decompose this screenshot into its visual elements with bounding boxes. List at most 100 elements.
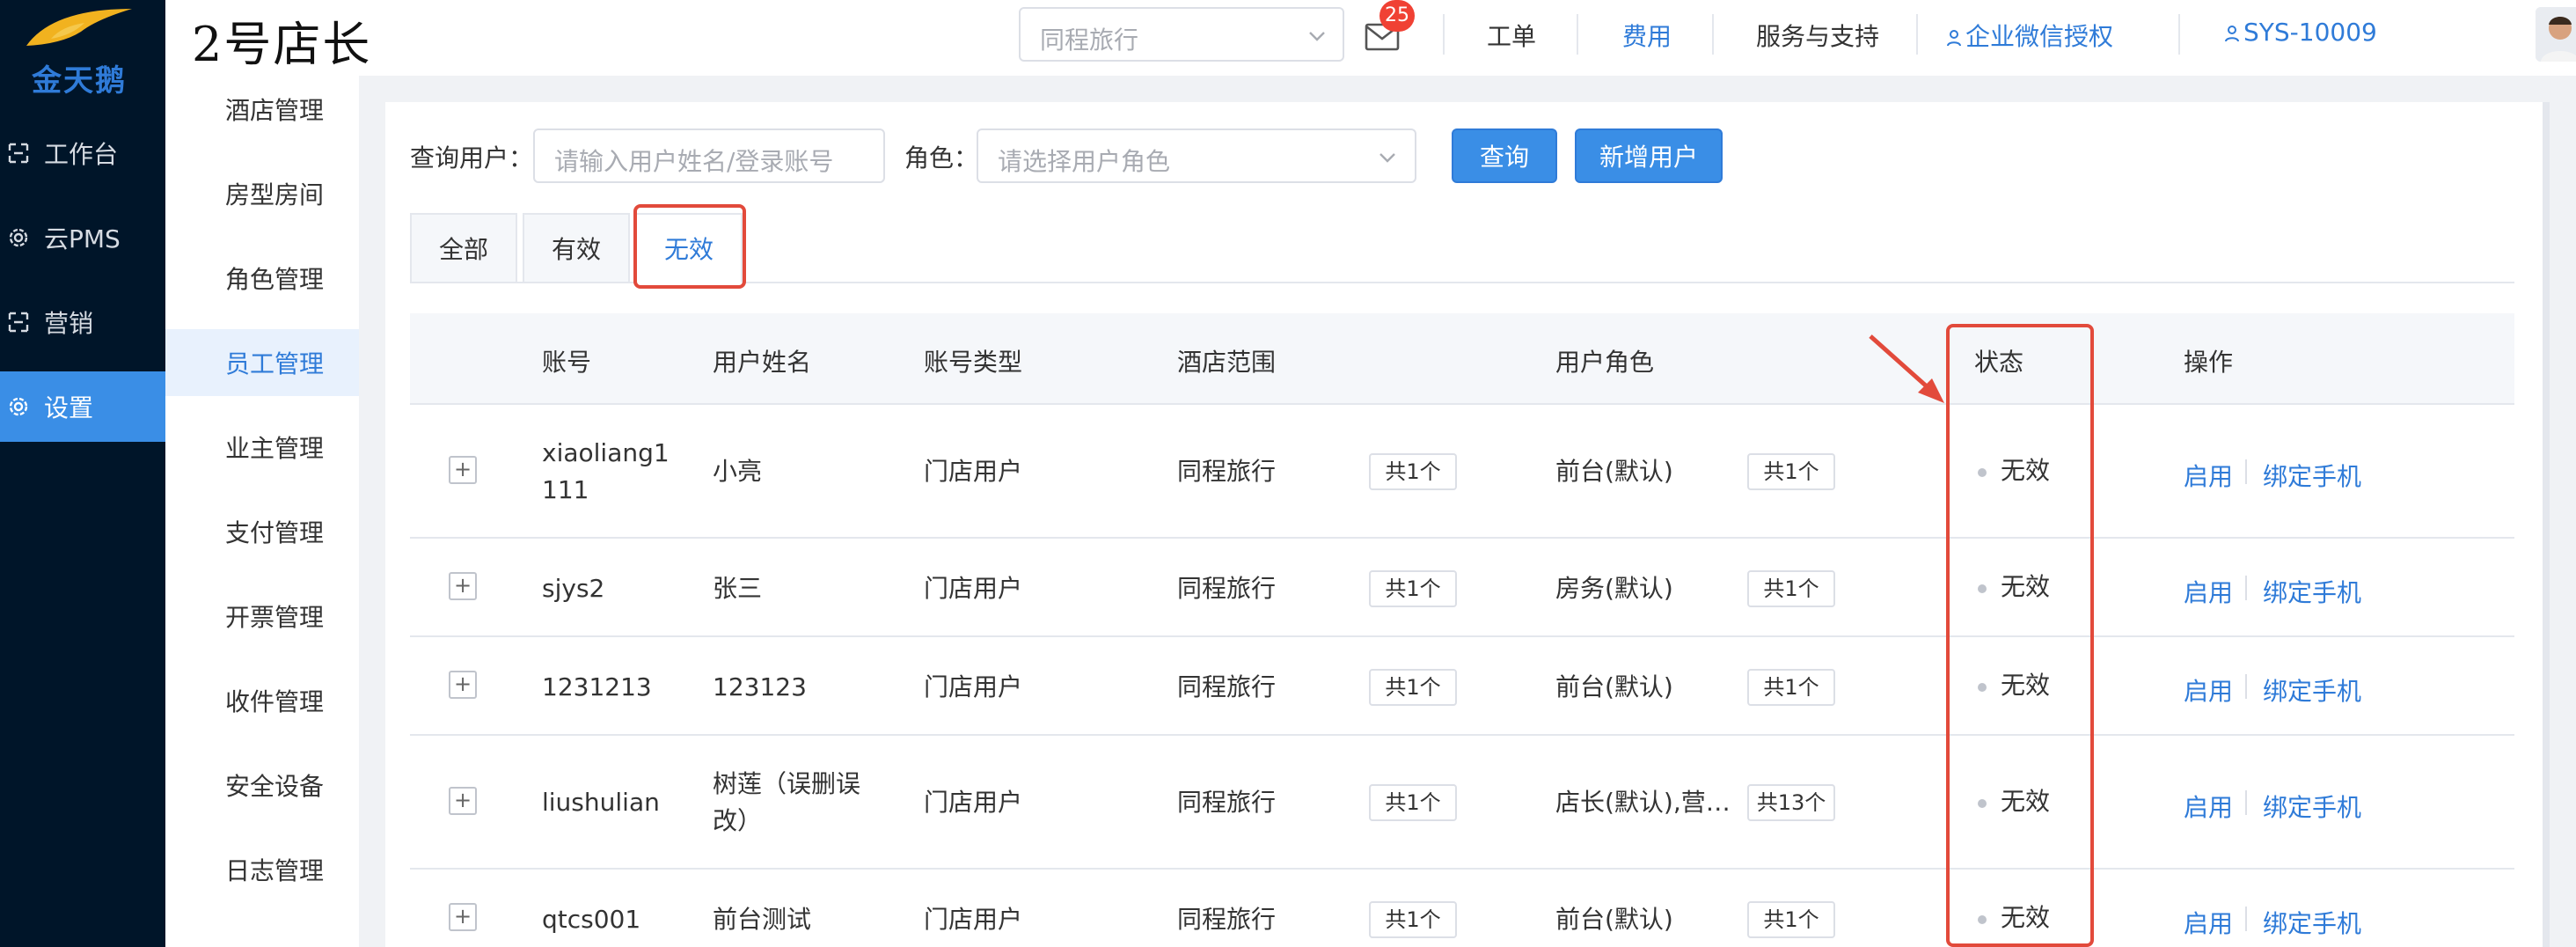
gear-icon: [5, 225, 32, 250]
scope-count-tag[interactable]: 共1个: [1369, 784, 1457, 821]
submenu-staff[interactable]: 员工管理: [165, 329, 359, 396]
support-link[interactable]: 服务与支持: [1756, 18, 1879, 53]
table-row: + qtcs001 前台测试 门店用户 同程旅行 共1个 前台(默认) 共1个 …: [410, 870, 2514, 947]
name-cell: 123123: [713, 672, 807, 701]
bind-phone-link[interactable]: 绑定手机: [2263, 789, 2361, 824]
gear-icon: [5, 394, 32, 419]
divider: [2245, 790, 2247, 815]
user-menu[interactable]: SYS-10009: [2224, 18, 2377, 48]
status-dot: [1978, 584, 1987, 593]
bind-phone-link[interactable]: 绑定手机: [2263, 574, 2361, 609]
divider: [2178, 14, 2180, 55]
role-cell: 店长(默认),营…: [1555, 788, 1731, 817]
workbench-icon: [5, 142, 32, 165]
scope-cell: 同程旅行: [1177, 672, 1277, 701]
status-dot: [1978, 468, 1987, 477]
nav-item-label: 营销: [44, 309, 94, 338]
divider: [1577, 14, 1578, 55]
nav-item-pms[interactable]: 云PMS: [0, 202, 165, 273]
role-count-tag[interactable]: 共1个: [1747, 570, 1835, 607]
tab-all[interactable]: 全部: [410, 213, 517, 283]
expand-row-icon[interactable]: +: [449, 572, 477, 600]
tab-valid[interactable]: 有效: [523, 213, 630, 283]
submenu-room-types[interactable]: 房型房间: [165, 160, 359, 227]
nav-item-settings[interactable]: 设置: [0, 371, 165, 442]
col-name: 用户姓名: [713, 348, 812, 377]
table-header: 账号 用户姓名 账号类型 酒店范围 用户角色 状态 操作: [410, 313, 2514, 405]
bind-phone-link[interactable]: 绑定手机: [2263, 458, 2361, 493]
type-cell: 门店用户: [924, 457, 1023, 486]
name-cell: 小亮: [713, 457, 763, 486]
scrollbar[interactable]: [2543, 102, 2550, 947]
logo: 金天鹅: [0, 0, 165, 106]
scope-count-tag[interactable]: 共1个: [1369, 901, 1457, 938]
scope-cell: 同程旅行: [1177, 788, 1277, 817]
user-id: SYS-10009: [2243, 18, 2377, 47]
app-name: 2号店长: [192, 17, 372, 72]
status-badge: 无效: [2001, 903, 2051, 932]
role-cell: 前台(默认): [1555, 457, 1673, 486]
enable-link[interactable]: 启用: [2184, 458, 2233, 493]
add-user-button[interactable]: 新增用户: [1575, 128, 1723, 183]
bind-phone-link[interactable]: 绑定手机: [2263, 672, 2361, 708]
submenu-payment[interactable]: 支付管理: [165, 498, 359, 565]
status-badge: 无效: [2001, 456, 2051, 485]
wechat-auth-link[interactable]: 企业微信授权: [1946, 18, 2113, 53]
nav-item-label: 设置: [44, 393, 94, 422]
submenu-security-devices[interactable]: 安全设备: [165, 752, 359, 819]
role-cell: 前台(默认): [1555, 672, 1673, 701]
submenu-hotel[interactable]: 酒店管理: [165, 76, 359, 143]
expand-row-icon[interactable]: +: [449, 903, 477, 931]
table-row: + xiaoliang1 111 小亮 门店用户 同程旅行 共1个 前台(默认) …: [410, 405, 2514, 539]
user-search-input[interactable]: 请输入用户姓名/登录账号: [533, 128, 885, 183]
hotel-select[interactable]: 同程旅行: [1019, 7, 1344, 62]
chevron-down-icon: [1306, 25, 1328, 51]
role-count-tag[interactable]: 共13个: [1747, 784, 1835, 821]
type-cell: 门店用户: [924, 905, 1023, 934]
mail-count-badge: 25: [1379, 0, 1415, 32]
staff-panel: 查询用户： 请输入用户姓名/登录账号 角色： 请选择用户角色 查询 新增用户 全…: [385, 102, 2550, 947]
submenu-invoice[interactable]: 开票管理: [165, 583, 359, 650]
name-cell: 张三: [713, 574, 763, 603]
scope-count-tag[interactable]: 共1个: [1369, 453, 1457, 490]
nav-item-workbench[interactable]: 工作台: [0, 118, 165, 188]
expand-row-icon[interactable]: +: [449, 787, 477, 815]
status-badge: 无效: [2001, 787, 2051, 816]
scope-count-tag[interactable]: 共1个: [1369, 570, 1457, 607]
account-cell: qtcs001: [542, 905, 641, 934]
divider: [2245, 907, 2247, 931]
tab-invalid[interactable]: 无效: [635, 213, 743, 283]
tickets-link[interactable]: 工单: [1487, 18, 1536, 53]
account-cell: xiaoliang1 111: [542, 438, 670, 504]
left-nav: 金天鹅 工作台 云PMS 营销 设置: [0, 0, 165, 947]
divider: [2245, 674, 2247, 699]
scope-cell: 同程旅行: [1177, 457, 1277, 486]
enable-link[interactable]: 启用: [2184, 905, 2233, 940]
scope-count-tag[interactable]: 共1个: [1369, 669, 1457, 706]
nav-item-marketing[interactable]: 营销: [0, 287, 165, 357]
submenu-logs[interactable]: 日志管理: [165, 836, 359, 903]
fees-link[interactable]: 费用: [1622, 18, 1672, 53]
col-status: 状态: [1974, 348, 2024, 377]
role-select[interactable]: 请选择用户角色: [977, 128, 1416, 183]
role-count-tag[interactable]: 共1个: [1747, 901, 1835, 938]
role-count-tag[interactable]: 共1个: [1747, 453, 1835, 490]
expand-row-icon[interactable]: +: [449, 671, 477, 699]
submenu-receipt[interactable]: 收件管理: [165, 667, 359, 734]
enable-link[interactable]: 启用: [2184, 672, 2233, 708]
expand-row-icon[interactable]: +: [449, 456, 477, 484]
query-button[interactable]: 查询: [1452, 128, 1557, 183]
enable-link[interactable]: 启用: [2184, 574, 2233, 609]
table-row: + 1231213 123123 门店用户 同程旅行 共1个 前台(默认) 共1…: [410, 637, 2514, 736]
submenu-owners[interactable]: 业主管理: [165, 414, 359, 481]
user-query-label: 查询用户：: [410, 143, 534, 173]
bind-phone-link[interactable]: 绑定手机: [2263, 905, 2361, 940]
enable-link[interactable]: 启用: [2184, 789, 2233, 824]
logo-text: 金天鹅: [32, 63, 127, 99]
chevron-down-icon: [1376, 146, 1399, 173]
avatar[interactable]: [2536, 7, 2576, 62]
submenu-roles[interactable]: 角色管理: [165, 245, 359, 312]
divider: [2245, 459, 2247, 484]
role-count-tag[interactable]: 共1个: [1747, 669, 1835, 706]
scope-cell: 同程旅行: [1177, 574, 1277, 603]
